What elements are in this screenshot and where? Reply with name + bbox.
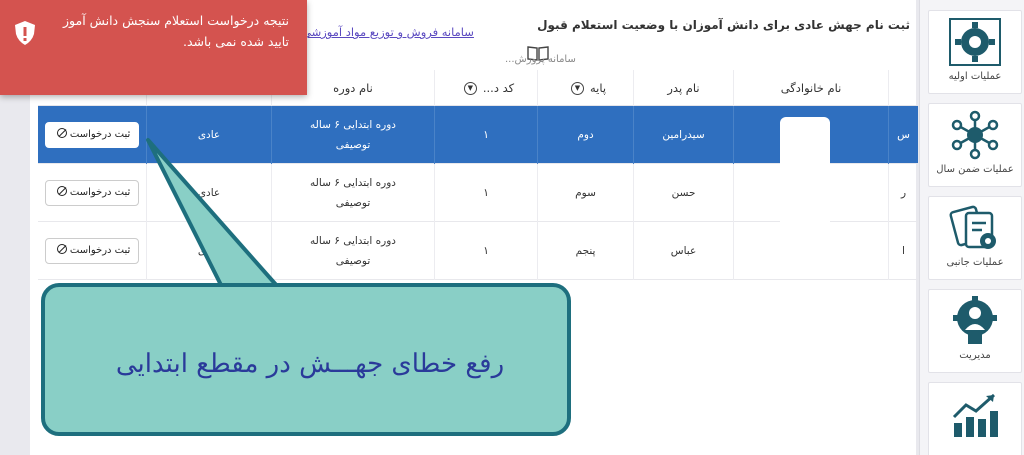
callout-pointer-join bbox=[218, 287, 276, 293]
